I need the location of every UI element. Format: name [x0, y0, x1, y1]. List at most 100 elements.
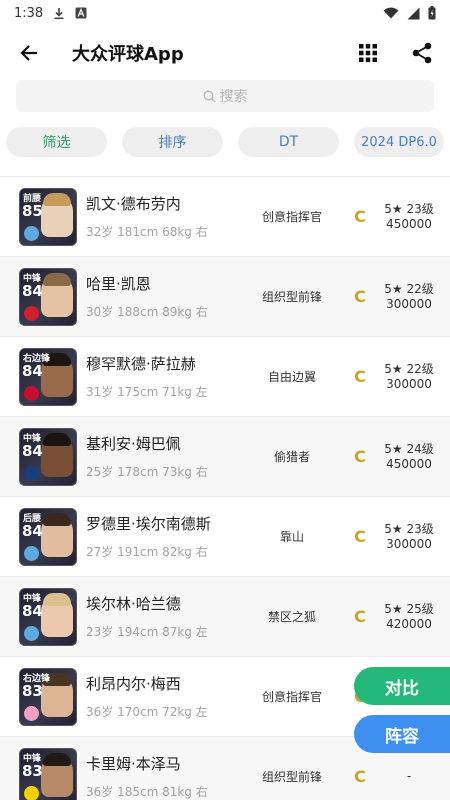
player-card: 右边锋 83	[19, 667, 77, 726]
player-stats: 5★ 23级 450000	[380, 202, 450, 232]
player-role: 组织型前锋	[261, 770, 322, 784]
dt-chip[interactable]: DT	[238, 127, 339, 157]
player-row[interactable]: 中锋 84 基利安·姆巴佩 25岁 178cm 73kg 右 偷猎者 C 5★ …	[0, 416, 450, 496]
player-name: 卡里姆·本泽马	[86, 755, 181, 773]
player-grade: C	[354, 607, 366, 626]
player-stars-level: 5★ 23级	[384, 521, 434, 536]
player-value: 420000	[386, 616, 432, 631]
player-rating: 84	[22, 361, 43, 380]
player-meta: 25岁 178cm 73kg 右	[86, 465, 208, 479]
player-value: 300000	[386, 296, 432, 311]
player-value: 300000	[386, 376, 432, 391]
player-hair	[43, 192, 71, 206]
player-info: 穆罕默德·萨拉赫 31岁 175cm 71kg 左	[86, 353, 236, 400]
player-meta: 36岁 185cm 81kg 右	[86, 785, 208, 799]
club-crest-icon	[24, 785, 39, 800]
player-meta: 23岁 194cm 87kg 左	[86, 625, 208, 639]
club-crest-icon	[24, 465, 39, 481]
player-stats: 5★ 23级 300000	[380, 522, 450, 552]
grid-icon	[359, 44, 377, 62]
club-crest-icon	[24, 545, 39, 561]
player-value: 450000	[386, 456, 432, 471]
player-card: 后腰 84	[19, 507, 77, 566]
compare-button[interactable]: 对比	[354, 667, 450, 705]
player-role: 靠山	[279, 530, 304, 544]
club-crest-icon	[24, 625, 39, 641]
share-button[interactable]	[408, 39, 436, 67]
player-grade: C	[354, 767, 366, 786]
player-meta: 36岁 170cm 72kg 左	[86, 705, 208, 719]
player-row[interactable]: 中锋 84 哈里·凯恩 30岁 188cm 89kg 右 组织型前锋 C 5★ …	[0, 256, 450, 336]
player-info: 埃尔林·哈兰德 23岁 194cm 87kg 左	[86, 593, 236, 640]
club-crest-icon	[24, 705, 39, 721]
club-crest-icon	[24, 305, 39, 321]
player-role: 禁区之狐	[267, 610, 316, 624]
player-grade: C	[354, 447, 366, 466]
arrow-left-icon	[20, 45, 37, 61]
sort-chip[interactable]: 排序	[122, 127, 223, 157]
app-actions	[354, 39, 436, 67]
player-rating: 85	[22, 201, 43, 220]
filter-chip[interactable]: 筛选	[6, 127, 107, 157]
player-rating: 84	[22, 601, 43, 620]
player-role: 组织型前锋	[261, 290, 322, 304]
player-card: 右边锋 84	[19, 347, 77, 406]
player-name: 罗德里·埃尔南德斯	[86, 515, 211, 533]
player-value: 450000	[386, 216, 432, 231]
club-crest-icon	[24, 385, 39, 401]
search-input[interactable]: 搜索	[16, 80, 434, 112]
player-row[interactable]: 中锋 84 埃尔林·哈兰德 23岁 194cm 87kg 左 禁区之狐 C 5★…	[0, 576, 450, 656]
player-hair	[43, 752, 71, 766]
player-row[interactable]: 右边锋 84 穆罕默德·萨拉赫 31岁 175cm 71kg 左 自由边翼 C …	[0, 336, 450, 416]
player-list: 前腰 85 凯文·德布劳内 32岁 181cm 68kg 右 创意指挥官 C 5…	[0, 176, 450, 800]
player-stats: 5★ 22级 300000	[380, 282, 450, 312]
player-card: 中锋 84	[19, 267, 77, 326]
player-role: 自由边翼	[267, 370, 316, 384]
player-grade: C	[354, 527, 366, 546]
status-time: 1:38	[14, 5, 44, 21]
player-value: 300000	[386, 536, 432, 551]
player-role: 创意指挥官	[261, 210, 322, 224]
player-row[interactable]: 后腰 84 罗德里·埃尔南德斯 27岁 191cm 82kg 右 靠山 C 5★…	[0, 496, 450, 576]
status-left: 1:38	[14, 6, 87, 21]
grid-button[interactable]	[354, 39, 382, 67]
player-grade: C	[354, 287, 366, 306]
player-card: 中锋 83	[19, 747, 77, 800]
player-grade: C	[354, 367, 366, 386]
battery-icon	[428, 6, 436, 20]
player-role: 偷猎者	[273, 450, 310, 464]
signal-icon	[407, 7, 420, 20]
player-info: 基利安·姆巴佩 25岁 178cm 73kg 右	[86, 433, 236, 480]
player-info: 卡里姆·本泽马 36岁 185cm 81kg 右	[86, 753, 236, 800]
download-icon	[53, 7, 65, 20]
player-rating: 84	[22, 441, 43, 460]
player-stats: 5★ 25级 420000	[380, 602, 450, 632]
player-name: 埃尔林·哈兰德	[86, 595, 181, 613]
player-name: 基利安·姆巴佩	[86, 435, 181, 453]
player-meta: 32岁 181cm 68kg 右	[86, 225, 208, 239]
player-info: 凯文·德布劳内 32岁 181cm 68kg 右	[86, 193, 236, 240]
player-meta: 31岁 175cm 71kg 左	[86, 385, 208, 399]
version-chip[interactable]: 2024 DP6.0	[354, 127, 444, 157]
player-name: 哈里·凯恩	[86, 275, 151, 293]
player-stats: 5★ 24级 450000	[380, 442, 450, 472]
player-stats: -	[380, 769, 450, 784]
lineup-button[interactable]: 阵容	[354, 715, 450, 753]
back-button[interactable]	[14, 38, 44, 68]
search-placeholder: 搜索	[219, 89, 248, 105]
player-stars-level: 5★ 23级	[384, 201, 434, 216]
player-card: 中锋 84	[19, 587, 77, 646]
player-grade: C	[354, 207, 366, 226]
filter-row: 筛选 排序 DT 2024 DP6.0	[0, 127, 450, 157]
search-icon	[202, 89, 215, 102]
player-role: 创意指挥官	[261, 690, 322, 704]
notification-a-icon	[75, 7, 87, 19]
player-info: 利昂内尔·梅西 36岁 170cm 72kg 左	[86, 673, 236, 720]
player-card: 前腰 85	[19, 187, 77, 246]
search-wrap: 搜索	[0, 80, 450, 112]
player-name: 凯文·德布劳内	[86, 195, 181, 213]
player-info: 罗德里·埃尔南德斯 27岁 191cm 82kg 右	[86, 513, 236, 560]
player-row[interactable]: 前腰 85 凯文·德布劳内 32岁 181cm 68kg 右 创意指挥官 C 5…	[0, 176, 450, 256]
club-crest-icon	[24, 225, 39, 241]
share-icon	[412, 42, 432, 64]
